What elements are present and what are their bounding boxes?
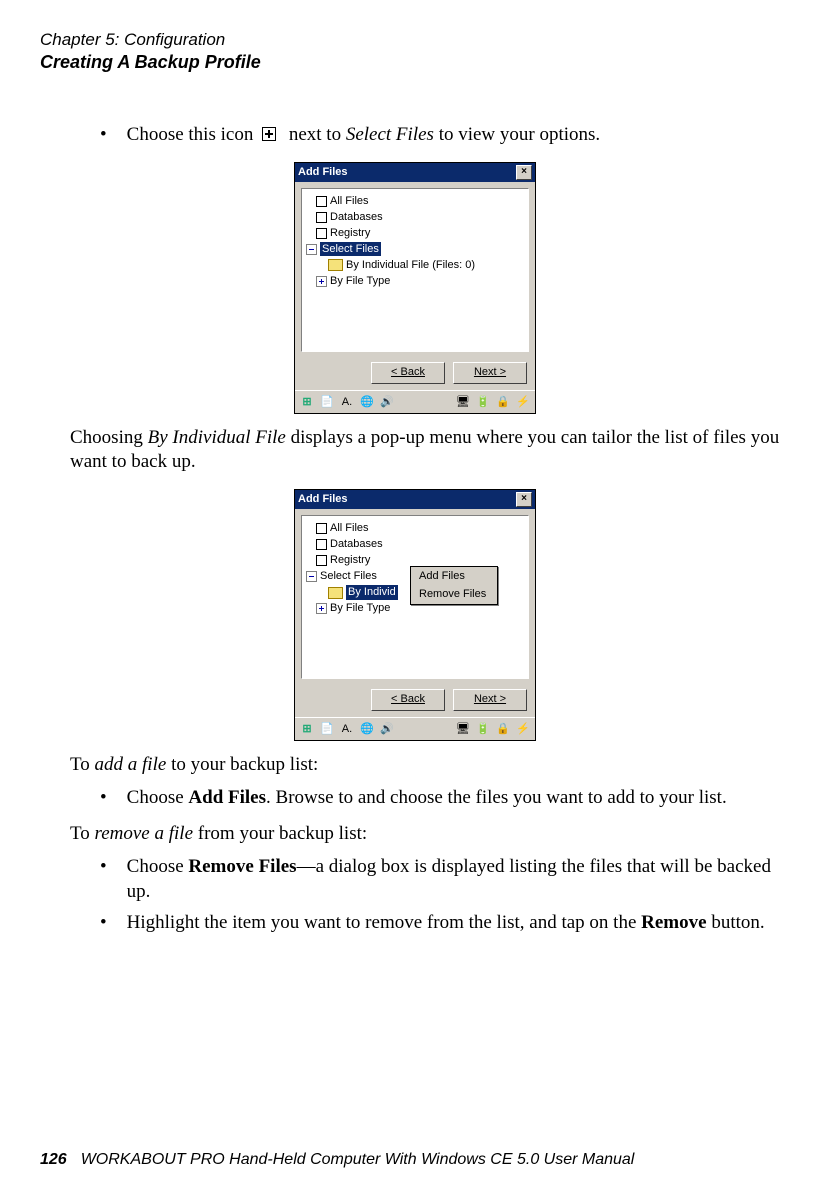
minus-icon[interactable] — [306, 571, 317, 582]
tree-by-individual-file[interactable]: By Individual File (Files: 0) — [346, 258, 475, 272]
battery-icon[interactable]: 🔋 — [475, 721, 491, 737]
power-icon[interactable]: ⚡ — [515, 394, 531, 410]
plus-icon[interactable] — [316, 276, 327, 287]
close-icon[interactable]: × — [516, 492, 532, 507]
tray-icon[interactable]: 🖥 — [455, 394, 471, 410]
tree-databases[interactable]: Databases — [330, 210, 383, 224]
folder-icon — [328, 259, 343, 271]
tray-icon[interactable]: 🖥 — [455, 721, 471, 737]
bullet-dot: • — [100, 123, 107, 148]
header-section: Creating A Backup Profile — [40, 52, 790, 73]
footer-title: WORKABOUT PRO Hand-Held Computer With Wi… — [81, 1151, 635, 1169]
tree-all-files[interactable]: All Files — [330, 194, 369, 208]
dialog-add-files-1: Add Files × All Files Databases Registry… — [294, 162, 536, 414]
lock-icon[interactable]: 🔒 — [495, 394, 511, 410]
add-bullet: • Choose Add Files. Browse to and choose… — [100, 786, 790, 811]
tree-all-files[interactable]: All Files — [330, 521, 369, 535]
dialog1-title: Add Files — [298, 165, 516, 179]
plus-icon[interactable] — [316, 603, 327, 614]
tree-by-file-type[interactable]: By File Type — [330, 274, 390, 288]
minus-icon[interactable] — [306, 244, 317, 255]
back-button[interactable]: < Back — [371, 362, 445, 384]
battery-icon[interactable]: 🔋 — [475, 394, 491, 410]
intro-bullet: • Choose this icon next to Select Files … — [100, 123, 790, 148]
close-icon[interactable]: × — [516, 165, 532, 180]
plus-icon — [262, 127, 276, 141]
intro-suffix: to view your options. — [439, 124, 601, 145]
mid-paragraph: Choosing By Individual File displays a p… — [70, 426, 790, 475]
remove-lead: To remove a file from your backup list: — [70, 822, 790, 847]
remove-bullet-1: • Choose Remove Files—a dialog box is di… — [100, 855, 790, 904]
tree-view[interactable]: All Files Databases Registry Select File… — [306, 194, 524, 289]
tree-registry[interactable]: Registry — [330, 226, 370, 240]
dialog2-title: Add Files — [298, 492, 516, 506]
menu-add-files[interactable]: Add Files — [411, 567, 497, 585]
tree-select-files[interactable]: Select Files — [320, 242, 381, 256]
menu-remove-files[interactable]: Remove Files — [411, 585, 497, 603]
taskbar: ⊞ 📄 A. 🌐 🔊 🖥 🔋 🔒 ⚡ — [295, 717, 535, 740]
add-lead: To add a file to your backup list: — [70, 753, 790, 778]
taskbar-a[interactable]: A. — [339, 721, 355, 737]
taskbar: ⊞ 📄 A. 🌐 🔊 🖥 🔋 🔒 ⚡ — [295, 390, 535, 413]
back-button[interactable]: < Back — [371, 689, 445, 711]
taskbar-item[interactable]: 📄 — [319, 394, 335, 410]
intro-select-files: Select Files — [346, 124, 434, 145]
taskbar-item[interactable]: 🔊 — [379, 721, 395, 737]
start-icon[interactable]: ⊞ — [299, 721, 315, 737]
tree-by-file-type[interactable]: By File Type — [330, 601, 390, 615]
tree-databases[interactable]: Databases — [330, 537, 383, 551]
start-icon[interactable]: ⊞ — [299, 394, 315, 410]
dialog-add-files-2: Add Files × All Files Databases Registry… — [294, 489, 536, 741]
taskbar-item[interactable]: 📄 — [319, 721, 335, 737]
globe-icon[interactable]: 🌐 — [359, 721, 375, 737]
header-chapter: Chapter 5: Configuration — [40, 30, 790, 50]
page-number: 126 — [40, 1151, 67, 1169]
intro-middle: next to — [289, 124, 341, 145]
next-button[interactable]: Next > — [453, 689, 527, 711]
remove-bullet-2: • Highlight the item you want to remove … — [100, 911, 790, 936]
tree-select-files[interactable]: Select Files — [320, 569, 377, 583]
tree-by-individual-file[interactable]: By Individ — [346, 585, 398, 599]
tree-registry[interactable]: Registry — [330, 553, 370, 567]
intro-prefix: Choose this icon — [127, 124, 254, 145]
folder-icon — [328, 587, 343, 599]
globe-icon[interactable]: 🌐 — [359, 394, 375, 410]
next-button[interactable]: Next > — [453, 362, 527, 384]
page-footer: 126 WORKABOUT PRO Hand-Held Computer Wit… — [40, 1151, 790, 1169]
lock-icon[interactable]: 🔒 — [495, 721, 511, 737]
taskbar-item[interactable]: 🔊 — [379, 394, 395, 410]
context-menu[interactable]: Add Files Remove Files — [410, 566, 498, 605]
taskbar-a[interactable]: A. — [339, 394, 355, 410]
power-icon[interactable]: ⚡ — [515, 721, 531, 737]
